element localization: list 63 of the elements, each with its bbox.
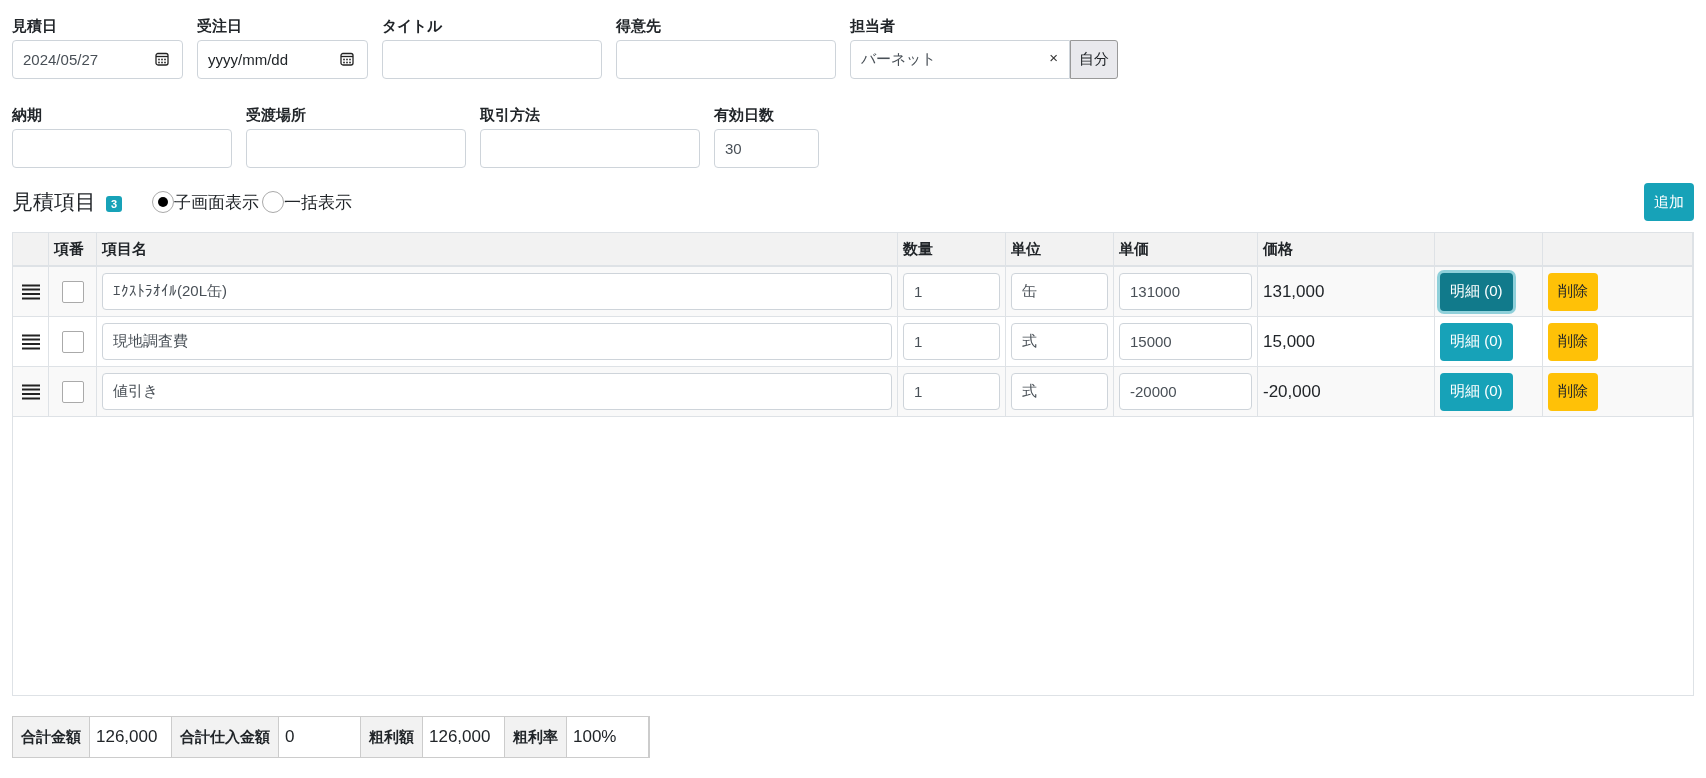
detail-button[interactable]: 明細 (0) <box>1440 272 1513 311</box>
drag-handle-icon[interactable] <box>21 383 40 400</box>
column-header: 単位 <box>1011 239 1041 259</box>
count-badge: 3 <box>106 196 123 212</box>
drag-handle-icon[interactable] <box>21 283 40 300</box>
field-label: 納期 <box>12 105 43 125</box>
item-name-field[interactable]: ｴｸｽﾄﾗｵｲﾙ(20L缶) <box>102 273 892 310</box>
field-label: タイトル <box>382 16 443 36</box>
column-header: 項目名 <box>102 239 147 259</box>
date-field[interactable]: yyyy/mm/dd <box>197 40 368 79</box>
clear-button[interactable]: × <box>1049 49 1058 66</box>
price-cell: 131,000 <box>1263 281 1325 302</box>
row-checkbox[interactable] <box>61 280 84 303</box>
field-label: 担当者 <box>850 16 896 36</box>
price-cell: -20,000 <box>1263 381 1321 402</box>
unit-price-field[interactable]: 15000 <box>1119 323 1252 360</box>
input-field[interactable] <box>246 129 466 168</box>
unit-field[interactable]: 式 <box>1011 323 1108 360</box>
item-name-field[interactable]: 値引き <box>102 373 892 410</box>
summary-label: 粗利率 <box>505 717 567 757</box>
column-header: 項番 <box>54 239 84 259</box>
input-field[interactable] <box>382 40 602 79</box>
radio-button[interactable] <box>152 191 175 213</box>
delete-button[interactable]: 削除 <box>1548 372 1598 411</box>
column-header: 単価 <box>1119 239 1149 259</box>
unit-field[interactable]: 式 <box>1011 373 1108 410</box>
radio-label[interactable]: 一括表示 <box>284 190 353 214</box>
input-field[interactable] <box>480 129 700 168</box>
price-cell: 15,000 <box>1263 331 1315 352</box>
unit-price-field[interactable]: -20000 <box>1119 373 1252 410</box>
unit-price-field[interactable]: 131000 <box>1119 273 1252 310</box>
column-header: 価格 <box>1263 239 1293 259</box>
drag-handle-icon[interactable] <box>21 333 40 350</box>
calendar-icon[interactable] <box>155 52 169 66</box>
quantity-field[interactable]: 1 <box>903 273 1000 310</box>
radio-button[interactable] <box>262 191 285 213</box>
row-checkbox[interactable] <box>61 330 84 353</box>
field-label: 取引方法 <box>480 105 541 125</box>
summary-label: 粗利額 <box>361 717 423 757</box>
self-button[interactable]: 自分 <box>1070 40 1118 79</box>
input-field[interactable] <box>616 40 836 79</box>
quantity-field[interactable]: 1 <box>903 323 1000 360</box>
unit-field[interactable]: 缶 <box>1011 273 1108 310</box>
delete-button[interactable]: 削除 <box>1548 272 1598 311</box>
calendar-icon[interactable] <box>340 52 354 66</box>
column-header: 数量 <box>903 239 933 259</box>
field-label: 有効日数 <box>714 105 775 125</box>
field-label: 見積日 <box>12 16 58 36</box>
delete-button[interactable]: 削除 <box>1548 322 1598 361</box>
quantity-field[interactable]: 1 <box>903 373 1000 410</box>
summary-label: 合計金額 <box>13 717 90 757</box>
field-label: 得意先 <box>616 16 662 36</box>
date-field[interactable]: 2024/05/27 <box>12 40 183 79</box>
item-name-field[interactable]: 現地調査費 <box>102 323 892 360</box>
input-field[interactable] <box>12 129 232 168</box>
radio-label[interactable]: 子画面表示 <box>174 190 260 214</box>
row-checkbox[interactable] <box>61 380 84 403</box>
input-field[interactable]: 30 <box>714 129 819 168</box>
section-title: 見積項目 <box>12 189 96 215</box>
summary-label: 合計仕入金額 <box>172 717 279 757</box>
summary-value: 100% <box>567 717 649 757</box>
field-label: 受注日 <box>197 16 243 36</box>
field-label: 受渡場所 <box>246 105 307 125</box>
